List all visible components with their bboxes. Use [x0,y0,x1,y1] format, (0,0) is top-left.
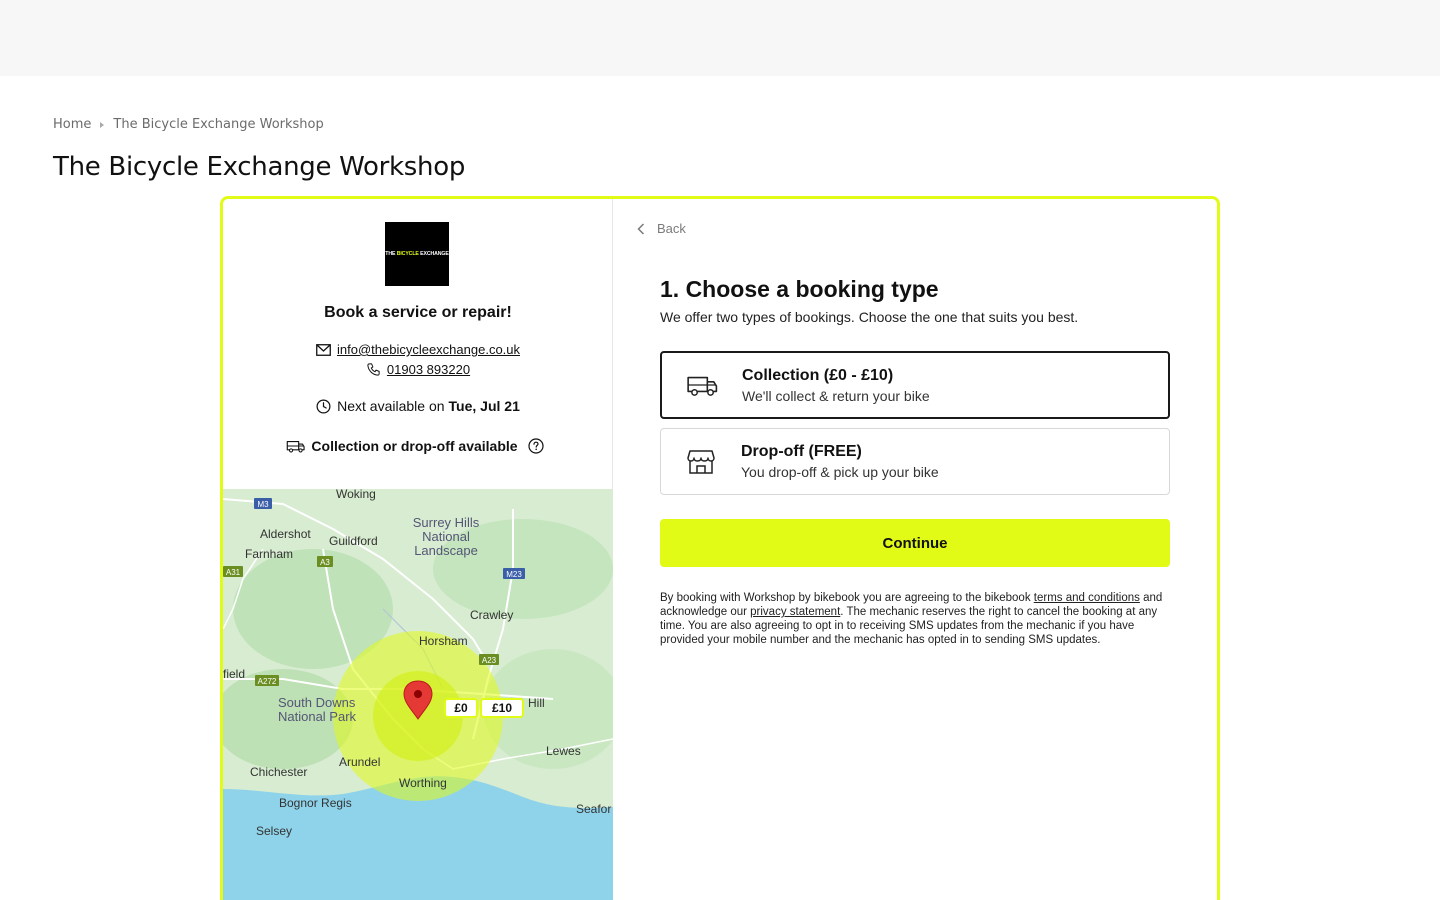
service-area-map[interactable]: £0 £10 M3 A3 A31 M23 A23 A272 Woking Ald… [223,489,613,900]
map-label-lewes: Lewes [546,744,581,758]
road-a31: A31 [226,568,241,577]
continue-button[interactable]: Continue [660,519,1170,567]
map-label-chichester: Chichester [250,765,307,779]
road-m23: M23 [506,570,522,579]
van-icon [287,440,306,453]
option-dropoff-subtitle: You drop-off & pick up your bike [741,464,939,480]
storefront-icon [687,449,715,474]
next-available-date: Tue, Jul 21 [448,398,520,414]
shop-heading: Book a service or repair! [324,304,512,321]
collection-text: Collection or drop-off available [311,438,518,454]
van-icon [687,376,718,396]
option-collection[interactable]: Collection (£0 - £10) We'll collect & re… [660,351,1170,419]
svg-text:£0: £0 [454,701,468,715]
next-available-label: Next available on [337,398,445,414]
step-subtitle: We offer two types of bookings. Choose t… [660,309,1079,325]
price-tag-outer: £10 [480,698,524,718]
road-a23: A23 [482,656,497,665]
map-label-surrey-1: Surrey Hills [413,515,480,530]
back-button[interactable]: Back [637,221,686,236]
map-label-field: field [223,667,245,681]
map-label-south-downs-2: National Park [278,709,357,724]
clock-icon [316,399,331,413]
booking-type-panel: Back 1. Choose a booking type We offer t… [613,199,1217,900]
option-collection-title: Collection (£0 - £10) [742,366,894,384]
shop-info-panel: THE BICYCLE EXCHANGE Book a service or r… [223,199,613,900]
map-label-south-downs-1: South Downs [278,695,356,710]
phone-row: 01903 893220 [223,362,613,377]
privacy-link[interactable]: privacy statement [750,606,840,618]
map-label-horsham: Horsham [419,634,468,648]
svg-text:£10: £10 [492,701,512,715]
phone-icon [367,363,380,376]
map-label-woking: Woking [336,489,376,501]
map-label-arundel: Arundel [339,755,380,769]
mail-icon [316,343,331,356]
map-label-selsey: Selsey [256,824,292,838]
option-collection-subtitle: We'll collect & return your bike [742,387,930,404]
back-label: Back [657,221,686,236]
option-dropoff[interactable]: Drop-off (FREE) You drop-off & pick up y… [660,428,1170,495]
map-label-seaford: Seafor [576,802,611,816]
breadcrumb: Home The Bicycle Exchange Workshop [53,117,324,132]
road-a272: A272 [258,677,277,686]
map-label-surrey-3: Landscape [414,543,478,558]
terms-link[interactable]: terms and conditions [1034,592,1140,604]
help-icon[interactable] [527,438,544,454]
chevron-left-icon [637,222,645,235]
phone-link[interactable]: 01903 893220 [387,362,470,377]
map-label-worthing: Worthing [399,776,447,790]
map-canvas: £0 £10 M3 A3 A31 M23 A23 A272 Woking Ald… [223,489,613,900]
page-title: The Bicycle Exchange Workshop [53,152,466,182]
breadcrumb-current: The Bicycle Exchange Workshop [113,117,324,132]
map-label-hill: Hill [528,696,545,710]
breadcrumb-home-link[interactable]: Home [53,117,91,132]
top-header-bar [0,0,1440,76]
road-a3: A3 [320,558,330,567]
map-label-guildford: Guildford [329,534,378,548]
option-dropoff-title: Drop-off (FREE) [741,443,862,460]
map-label-bognor: Bognor Regis [279,796,352,810]
email-link[interactable]: info@thebicycleexchange.co.uk [337,342,520,357]
map-label-crawley: Crawley [470,608,513,622]
shop-logo: THE BICYCLE EXCHANGE [385,222,449,286]
email-row: info@thebicycleexchange.co.uk [223,342,613,357]
map-label-aldershot: Aldershot [260,527,311,541]
road-m3: M3 [257,500,269,509]
collection-info-row: Collection or drop-off available [223,438,613,454]
step-title: 1. Choose a booking type [660,276,939,302]
breadcrumb-separator-icon [100,121,105,128]
price-tag-inner: £0 [444,698,478,718]
legal-text: By booking with Workshop by bikebook you… [660,592,1163,646]
map-label-surrey-2: National [422,529,470,544]
next-available-row: Next available on Tue, Jul 21 [223,398,613,414]
map-label-farnham: Farnham [245,547,293,561]
booking-widget: THE BICYCLE EXCHANGE Book a service or r… [220,196,1220,900]
